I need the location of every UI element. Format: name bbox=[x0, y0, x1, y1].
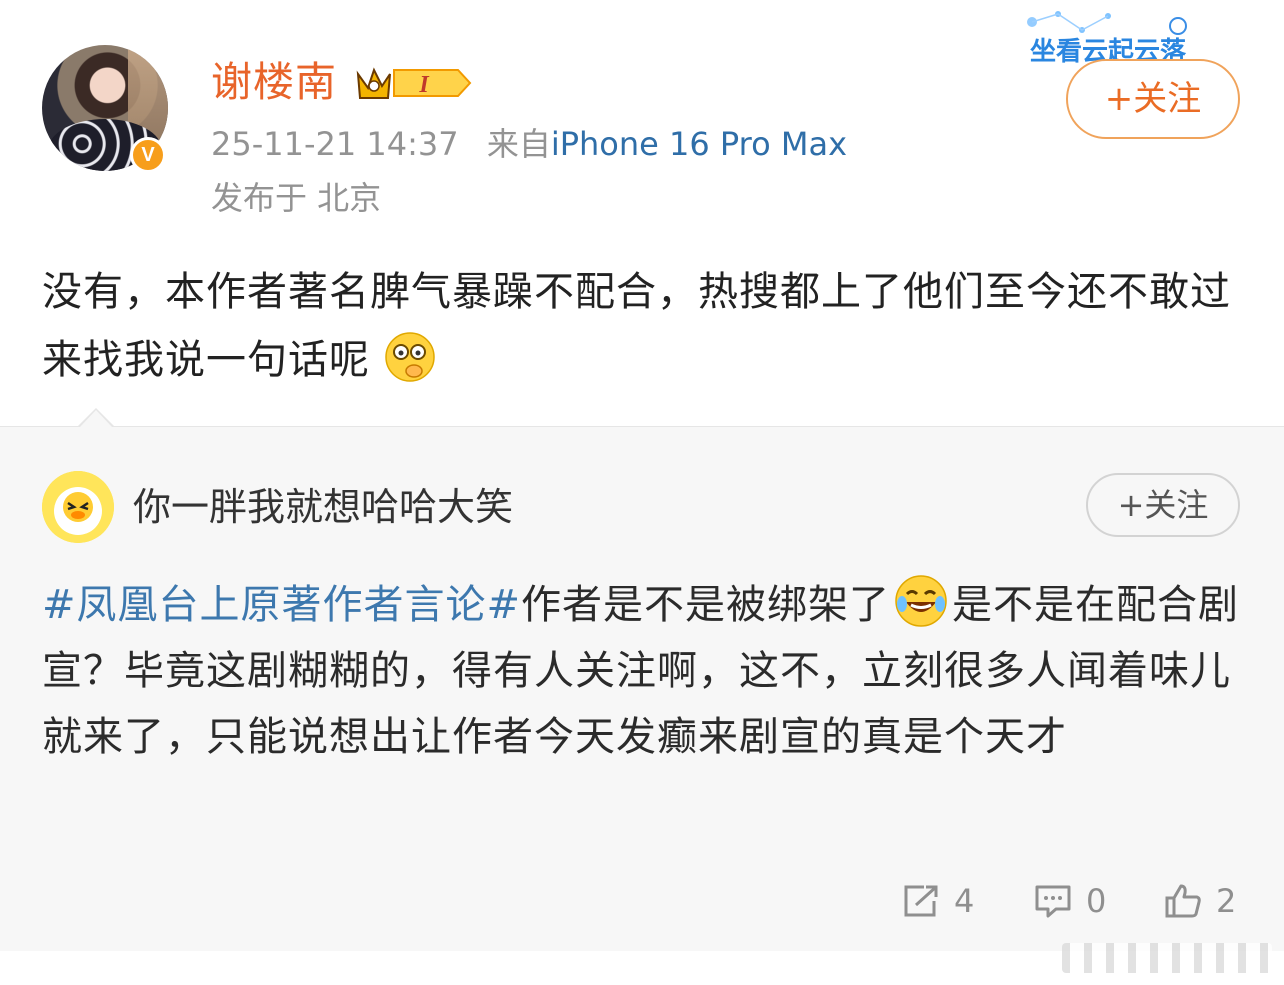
post-location: 发布于 北京 bbox=[211, 179, 382, 217]
author-name[interactable]: 谢楼南 bbox=[211, 58, 337, 106]
like-count: 2 bbox=[1216, 882, 1237, 920]
share-icon bbox=[904, 885, 938, 917]
thumbs-up-icon bbox=[1165, 884, 1201, 918]
source-device-link[interactable]: iPhone 16 Pro Max bbox=[551, 125, 847, 163]
hashtag-link[interactable]: #凤凰台上原著作者言论# bbox=[42, 582, 521, 628]
repost-author-avatar[interactable] bbox=[42, 471, 114, 543]
verified-badge: V bbox=[130, 137, 166, 173]
vip-level-label: I bbox=[418, 72, 430, 98]
post-meta: 25-11-21 14:37 来自iPhone 16 Pro Max bbox=[211, 124, 847, 164]
comment-count: 0 bbox=[1086, 882, 1107, 920]
original-post: V 谢楼南 I 25-11-21 14:37 来自iPhone 16 Pro M… bbox=[0, 0, 1284, 426]
duck-avatar-icon bbox=[42, 471, 114, 543]
post-text: 没有，本作者著名脾气暴躁不配合，热搜都上了他们至今还不敢过来找我说一句话呢 bbox=[42, 269, 1231, 383]
repost-count: 4 bbox=[954, 882, 975, 920]
repost-author-name[interactable]: 你一胖我就想哈哈大笑 bbox=[133, 482, 513, 532]
facepalm-emoji-icon bbox=[384, 332, 435, 382]
repost-text-part1: 作者是不是被绑架了 bbox=[521, 582, 891, 628]
comment-icon bbox=[1035, 885, 1071, 918]
weibo-post-page: V 谢楼南 I 25-11-21 14:37 来自iPhone 16 Pro M… bbox=[0, 0, 1284, 985]
comment-action-button[interactable]: 0 bbox=[1034, 876, 1106, 926]
repost-follow-button[interactable]: +关注 bbox=[1086, 473, 1240, 537]
post-body: 没有，本作者著名脾气暴躁不配合，热搜都上了他们至今还不敢过来找我说一句话呢 bbox=[42, 258, 1242, 394]
like-action-button[interactable]: 2 bbox=[1164, 876, 1236, 926]
follow-button[interactable]: +关注 bbox=[1066, 59, 1240, 139]
repost-body: #凤凰台上原著作者言论#作者是不是被绑架了 是不是在配合剧宣？毕竟这剧糊糊的，得… bbox=[42, 572, 1242, 770]
vip-crown-icon[interactable]: I bbox=[354, 62, 474, 104]
repost-action-button[interactable]: 4 bbox=[902, 876, 974, 926]
watermark bbox=[1062, 943, 1272, 973]
laugh-cry-emoji-icon bbox=[895, 575, 947, 627]
post-timestamp: 25-11-21 14:37 bbox=[211, 125, 459, 163]
source-prefix: 来自 bbox=[486, 125, 551, 163]
